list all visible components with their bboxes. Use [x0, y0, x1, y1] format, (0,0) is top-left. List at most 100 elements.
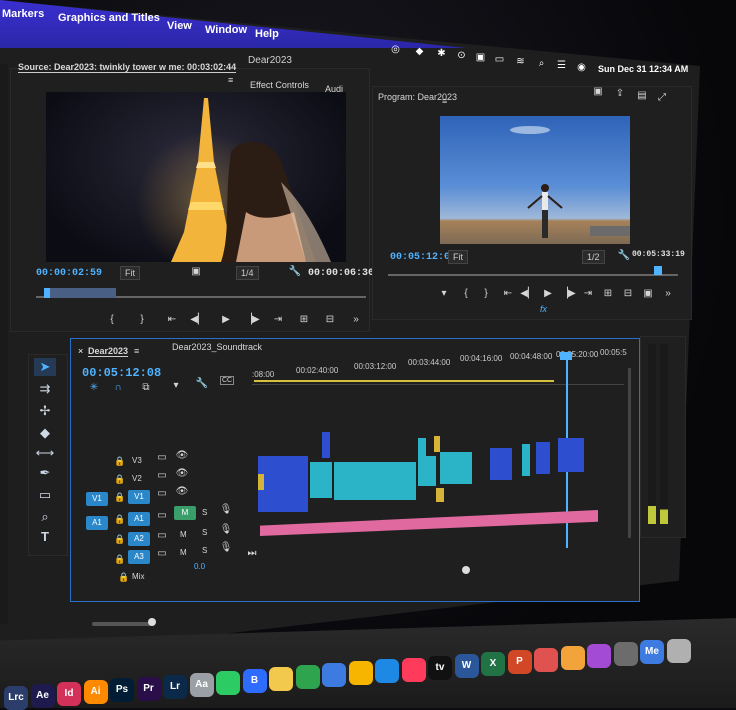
mix-value[interactable]: 0.0 [194, 562, 205, 571]
v2-sync-icon[interactable]: ▭ [154, 470, 170, 481]
mix-lock-icon[interactable]: 🔒 [118, 572, 129, 583]
expand-icon[interactable]: ⤢ [654, 92, 670, 103]
search-icon[interactable]: ⌕ [536, 58, 547, 69]
timeline-vertical-scrollbar[interactable] [628, 368, 631, 538]
clip-v1-6[interactable] [490, 448, 512, 480]
menubar-clock[interactable]: Sun Dec 31 12:34 AM [598, 64, 688, 74]
go-to-in-icon[interactable]: ⇤ [164, 314, 180, 325]
step-back-icon[interactable]: ◀▏ [190, 314, 206, 325]
a3-mute-button[interactable]: M [180, 548, 187, 557]
snap-icon[interactable]: ∩ [110, 382, 126, 393]
dock-app-1-icon[interactable]: Ae [30, 684, 55, 709]
track-a2-target[interactable]: A2 [128, 532, 150, 546]
menu-graphics-and-titles[interactable]: Graphics and Titles [58, 12, 160, 24]
a1-voiceover-icon[interactable]: 🎙 [218, 504, 234, 515]
clip-v1-8[interactable] [536, 442, 550, 474]
scroll-handle-right[interactable] [462, 566, 470, 574]
v1-lock-icon[interactable]: 🔒 [114, 492, 125, 503]
source-in-out-range[interactable] [44, 288, 116, 298]
program-fit-dropdown[interactable]: Fit [448, 250, 468, 264]
type-tool-icon[interactable]: T [34, 528, 56, 546]
dock-app-12-icon[interactable] [322, 663, 346, 688]
timeline-close-icon[interactable]: × [78, 346, 83, 356]
dock-app-7-icon[interactable]: Aa [189, 672, 214, 697]
clip-v1-2[interactable] [310, 462, 332, 498]
dock-app-23-icon[interactable] [613, 642, 638, 667]
source-fit-dropdown[interactable]: Fit [120, 266, 140, 280]
track-select-tool-icon[interactable]: ⇉ [34, 380, 56, 398]
a1-solo-button[interactable]: S [202, 508, 207, 517]
dock-app-16-icon[interactable]: tv [428, 655, 452, 680]
play-icon[interactable]: ▶ [218, 314, 234, 325]
timeline-tab-soundtrack[interactable]: Dear2023_Soundtrack [172, 342, 262, 352]
razor-tool-icon[interactable]: ◆ [34, 424, 56, 442]
clip-v1-1[interactable] [258, 456, 308, 512]
program-tab-menu[interactable]: ≡ [442, 96, 447, 106]
dock-app-17-icon[interactable]: W [454, 653, 479, 678]
extract-icon[interactable]: ⊟ [620, 288, 636, 299]
insert-clip-icon[interactable]: ⊞ [296, 314, 312, 325]
dock-app-5-icon[interactable]: Pr [136, 676, 161, 701]
insert-icon[interactable]: ▣ [188, 266, 204, 277]
dock-app-21-icon[interactable] [560, 646, 585, 671]
dock-app-9-icon[interactable]: B [242, 668, 267, 693]
work-area-bar[interactable] [254, 380, 554, 382]
slip-tool-icon[interactable]: ⟷ [34, 444, 56, 462]
program-more-icon[interactable]: » [660, 288, 676, 299]
source-playhead[interactable] [44, 288, 50, 298]
dock-app-2-icon[interactable]: Id [57, 682, 81, 707]
clip-v1-3[interactable] [334, 462, 416, 500]
a3-solo-button[interactable]: S [202, 546, 207, 555]
v2-eye-icon[interactable]: 👁 [174, 468, 190, 479]
v3-sync-icon[interactable]: ▭ [154, 452, 170, 463]
menu-markers[interactable]: Markers [2, 8, 44, 20]
program-quality-dropdown[interactable]: 1/2 [582, 250, 605, 264]
v3-lock-icon[interactable]: 🔒 [114, 456, 125, 467]
clip-v1-7[interactable] [522, 444, 530, 476]
source-tab-menu[interactable]: ≡ [228, 75, 233, 85]
v2-lock-icon[interactable]: 🔒 [114, 474, 125, 485]
v1-sync-icon[interactable]: ▭ [154, 488, 170, 499]
dock-app-14-icon[interactable] [375, 659, 399, 684]
dock-app-18-icon[interactable]: X [481, 651, 505, 676]
program-go-to-out-icon[interactable]: ⇥ [580, 288, 596, 299]
menu-window[interactable]: Window [205, 24, 247, 36]
control-center-icon[interactable]: ☰ [556, 60, 567, 71]
dock-app-8-icon[interactable] [216, 670, 240, 695]
program-marker-icon[interactable]: ▾ [436, 288, 452, 299]
bluetooth-icon[interactable]: ✱ [436, 48, 447, 59]
dock-app-13-icon[interactable] [348, 661, 373, 686]
clip-v3-a[interactable] [322, 432, 330, 458]
dock-app-15-icon[interactable] [401, 657, 426, 682]
timeline-playhead-handle[interactable] [560, 352, 572, 360]
a2-mute-button[interactable]: M [180, 530, 187, 539]
program-go-to-in-icon[interactable]: ⇤ [500, 288, 516, 299]
a2-sync-icon[interactable]: ▭ [154, 530, 170, 541]
a2-solo-button[interactable]: S [202, 528, 207, 537]
overwrite-clip-icon[interactable]: ⊟ [322, 314, 338, 325]
a1-sync-icon[interactable]: ▭ [154, 510, 170, 521]
step-forward-icon[interactable]: ▕▶ [244, 314, 260, 325]
dock-app-25-icon[interactable] [666, 638, 691, 663]
dock-app-19-icon[interactable]: P [507, 649, 532, 674]
program-timecode[interactable]: 00:05:12:08 [390, 252, 456, 263]
wrench-icon[interactable]: 🔧 [287, 266, 303, 277]
clip-v1-transition[interactable] [258, 474, 264, 490]
selection-tool-icon[interactable]: ➤ [34, 358, 56, 376]
dock-app-22-icon[interactable] [587, 644, 611, 669]
nest-icon[interactable]: ✳ [86, 382, 102, 393]
a2-lock-icon[interactable]: 🔒 [114, 534, 125, 545]
program-step-back-icon[interactable]: ◀▏ [520, 288, 536, 299]
source-quality-dropdown[interactable]: 1/4 [236, 266, 259, 280]
clip-v1-9[interactable] [558, 438, 584, 472]
track-a3-target[interactable]: A3 [128, 550, 150, 564]
vr-icon[interactable]: ▤ [634, 90, 650, 101]
record-icon[interactable]: ⊙ [456, 50, 467, 61]
dock-app-10-icon[interactable] [269, 667, 293, 691]
mark-in-icon[interactable]: { [104, 314, 120, 325]
dock-app-11-icon[interactable] [295, 665, 320, 690]
siri-icon[interactable]: ◉ [576, 62, 587, 73]
a3-lock-icon[interactable]: 🔒 [114, 554, 125, 565]
a2-voiceover-icon[interactable]: 🎙 [218, 524, 234, 535]
source-tab[interactable]: Source: Dear2023: twinkly tower w me: 00… [18, 62, 237, 73]
